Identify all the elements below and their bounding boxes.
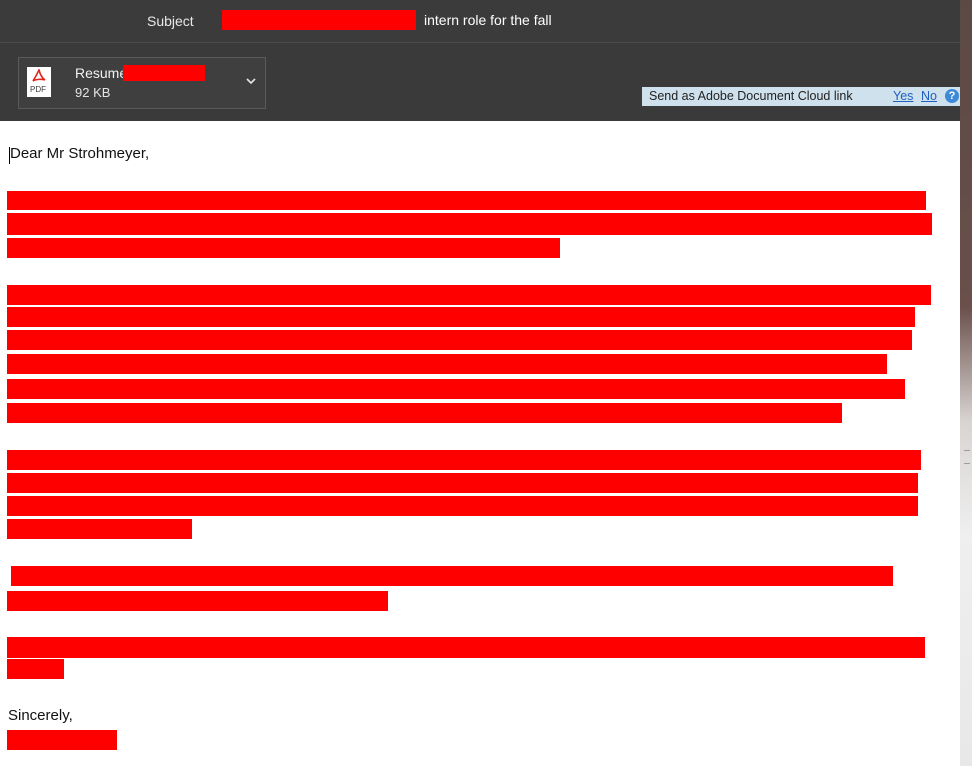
help-icon[interactable]: ? — [945, 89, 959, 103]
redacted-line — [7, 285, 931, 305]
redacted-line — [7, 307, 915, 327]
redacted-line — [7, 450, 921, 470]
redacted-line — [7, 637, 925, 658]
edge-tick — [964, 463, 970, 464]
chevron-down-icon[interactable] — [243, 74, 259, 88]
subject-bar: Subject intern role for the fall — [0, 0, 960, 42]
redacted-line — [7, 330, 912, 350]
redacted-line — [7, 191, 926, 210]
pdf-icon: PDF — [27, 67, 51, 97]
subject-text[interactable]: intern role for the fall — [424, 12, 552, 28]
redacted-subject — [222, 10, 416, 30]
cloud-link-prompt: Send as Adobe Document Cloud link — [649, 89, 853, 103]
cloud-link-no[interactable]: No — [921, 89, 937, 103]
redacted-line — [7, 473, 918, 493]
edge-tick — [964, 450, 970, 451]
redacted-line — [7, 403, 842, 423]
redacted-line — [7, 379, 905, 399]
attachment-bar: PDF Resume 92 KB Send as Adobe Document … — [0, 42, 967, 121]
redacted-line — [7, 496, 918, 516]
redacted-line — [7, 238, 560, 258]
redacted-line — [7, 213, 932, 235]
cloud-link-yes[interactable]: Yes — [893, 89, 913, 103]
adobe-cloud-link-bar: Send as Adobe Document Cloud link Yes No… — [642, 87, 967, 106]
window-edge — [960, 0, 972, 766]
closing: Sincerely, — [8, 707, 73, 724]
redacted-signature — [7, 730, 117, 750]
attachment-size: 92 KB — [75, 85, 111, 100]
redacted-line — [7, 591, 388, 611]
redacted-line — [7, 659, 64, 679]
pdf-icon-label: PDF — [30, 85, 46, 94]
redacted-attachment-name — [123, 65, 205, 81]
greeting[interactable]: Dear Mr Strohmeyer, — [10, 145, 149, 162]
attachment-card[interactable]: PDF Resume 92 KB — [18, 57, 266, 109]
attachment-name: Resume — [75, 65, 128, 81]
redacted-line — [7, 519, 192, 539]
redacted-line — [7, 354, 887, 374]
subject-label: Subject — [147, 13, 194, 29]
redacted-line — [11, 566, 893, 586]
